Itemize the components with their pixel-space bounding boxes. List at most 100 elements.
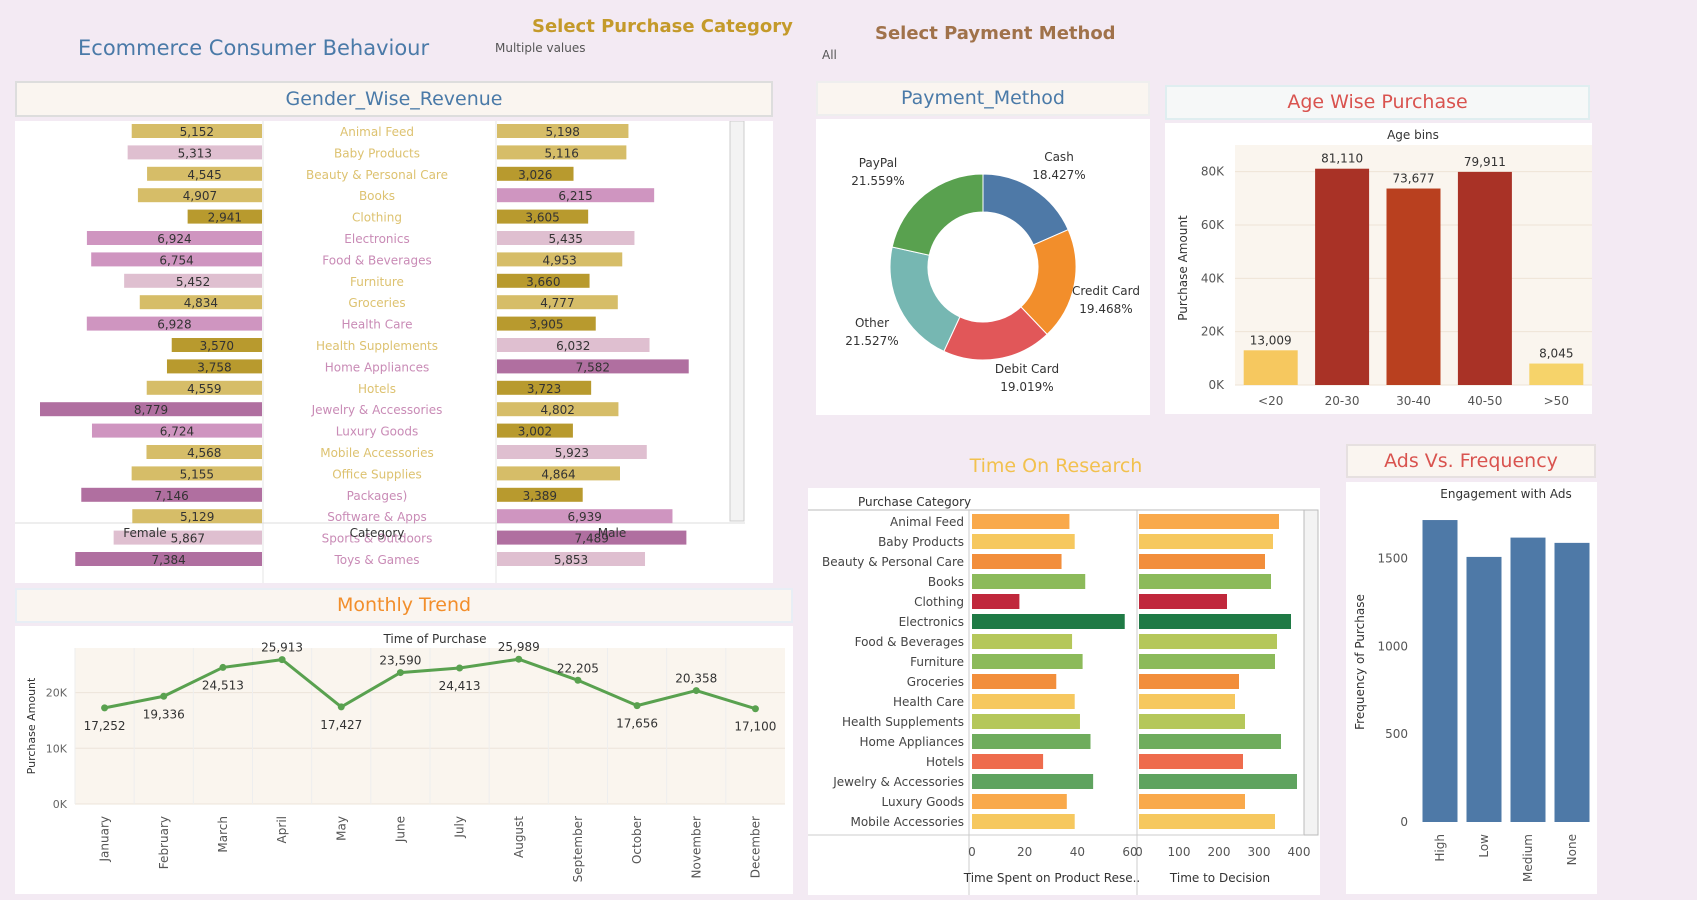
trend-point [751, 705, 759, 713]
gender-panel: 5,152 Animal Feed 5,198 5,313 Baby Products 5… [15, 120, 773, 583]
trend-point [396, 669, 404, 677]
male-value: 5,923 [555, 446, 589, 460]
x-tick-label: <20 [1258, 394, 1283, 408]
category-label: Food & Beverages [322, 253, 431, 267]
dashboard-title: Ecommerce Consumer Behaviour [78, 36, 430, 60]
age-bar [1315, 168, 1370, 385]
time-to-decision-bar [1139, 674, 1239, 689]
category-label: Jewelry & Accessories [311, 403, 443, 417]
research-panel-title: Time On Research [969, 455, 1143, 477]
time-to-decision-bar [1139, 634, 1277, 649]
male-value: 4,777 [540, 296, 574, 310]
time-to-decision-bar [1139, 554, 1265, 569]
time-spent-bar [972, 774, 1094, 789]
ads-bar [1554, 542, 1590, 822]
time-spent-bar [972, 654, 1083, 669]
category-label: Clothing [914, 595, 964, 609]
male-value: 3,905 [529, 318, 563, 332]
category-label: Food & Beverages [855, 635, 964, 649]
month-label: June [393, 816, 407, 843]
x-tick-label: 0 [968, 845, 976, 859]
male-value: 5,435 [549, 232, 583, 246]
male-value: 3,605 [525, 211, 559, 225]
trend-point [278, 656, 286, 664]
category-label: Animal Feed [890, 515, 964, 529]
point-label: 24,413 [439, 679, 481, 693]
point-label: 17,252 [84, 719, 126, 733]
female-value: 4,545 [187, 168, 221, 182]
chart-subtitle: Engagement with Ads [1440, 487, 1572, 501]
male-value: 6,215 [558, 189, 592, 203]
category-filter-value[interactable]: Multiple values [495, 41, 586, 55]
ads-bar [1510, 537, 1546, 822]
time-spent-bar [972, 714, 1080, 729]
age-bar [1243, 350, 1298, 385]
time-spent-bar [972, 614, 1125, 629]
time-to-decision-bar [1139, 574, 1271, 589]
month-label: December [748, 816, 762, 878]
point-label: 25,913 [261, 641, 303, 655]
time-to-decision-bar [1139, 594, 1227, 609]
point-label: 24,513 [202, 678, 244, 692]
male-value: 5,198 [546, 125, 580, 139]
x-tick-label: 0 [1135, 845, 1143, 859]
slice-name: Debit Card [995, 362, 1059, 376]
y-axis-label: Purchase Amount [25, 677, 38, 774]
bar-value-label: 81,110 [1321, 152, 1363, 166]
point-label: 22,205 [557, 661, 599, 675]
y-tick-label: 0 [1400, 815, 1408, 829]
slice-percent: 19.019% [1000, 380, 1053, 394]
female-value: 4,568 [187, 446, 221, 460]
month-label: February [157, 816, 171, 869]
age-bar [1529, 363, 1584, 385]
x-tick-label: 20 [1017, 845, 1032, 859]
payment-filter-value[interactable]: All [822, 48, 837, 62]
female-value: 8,779 [134, 403, 168, 417]
x-tick-label: 30-40 [1396, 394, 1431, 408]
chart-subtitle: Time of Purchase [382, 632, 486, 646]
age-bar-chart: Age bins 0K 20K 40K 60K 80K Purchase Amount 13,… [1176, 128, 1592, 408]
age-panel-title: Age Wise Purchase [1165, 85, 1590, 120]
female-value: 6,724 [160, 425, 194, 439]
y-tick-label: 80K [1201, 165, 1225, 179]
trend-point [515, 655, 523, 663]
x-tick-label: >50 [1544, 394, 1569, 408]
monthly-panel: Time of Purchase 0K 10K 20K Purchase Amount 1… [15, 626, 793, 894]
trend-point [574, 676, 582, 684]
ads-bar [1422, 520, 1458, 822]
month-label: April [275, 816, 289, 843]
category-label: Health Supplements [842, 715, 964, 729]
bar-value-label: 13,009 [1250, 333, 1292, 347]
slice-percent: 18.427% [1032, 168, 1085, 182]
category-label: Luxury Goods [336, 425, 419, 439]
category-label: Home Appliances [859, 735, 964, 749]
male-value: 3,723 [527, 382, 561, 396]
x-tick-label: None [1565, 834, 1579, 865]
chart-subtitle: Age bins [1387, 128, 1439, 142]
age-panel: Age bins 0K 20K 40K 60K 80K Purchase Amount 13,… [1165, 123, 1592, 414]
gender-chart: 5,152 Animal Feed 5,198 5,313 Baby Products 5… [15, 120, 745, 583]
female-header: Female [123, 526, 166, 540]
x-tick-label: 40-50 [1467, 394, 1502, 408]
payment-panel: Cash 18.427% Credit Card 19.468% Debit Card 1… [816, 119, 1150, 415]
category-label: Groceries [348, 296, 405, 310]
payment-filter-label: Select Payment Method [875, 23, 1116, 44]
monthly-chart: Time of Purchase 0K 10K 20K Purchase Amount 1… [25, 632, 785, 882]
time-to-decision-bar [1139, 734, 1281, 749]
category-label: Baby Products [878, 535, 964, 549]
slice-name: Cash [1044, 150, 1074, 164]
category-label: Electronics [344, 232, 409, 246]
x-tick-label: 400 [1288, 845, 1311, 859]
male-value: 7,582 [576, 360, 610, 374]
time-spent-bar [972, 554, 1062, 569]
category-label: Beauty & Personal Care [306, 168, 448, 182]
male-header: Male [598, 526, 626, 540]
slice-percent: 19.468% [1079, 302, 1132, 316]
y-tick-label: 60K [1201, 218, 1225, 232]
male-value: 3,389 [523, 489, 557, 503]
trend-point [692, 687, 700, 695]
y-tick-label: 20K [46, 687, 68, 700]
time-to-decision-bar [1139, 774, 1297, 789]
slice-name: Other [855, 316, 889, 330]
category-label: Luxury Goods [882, 795, 965, 809]
